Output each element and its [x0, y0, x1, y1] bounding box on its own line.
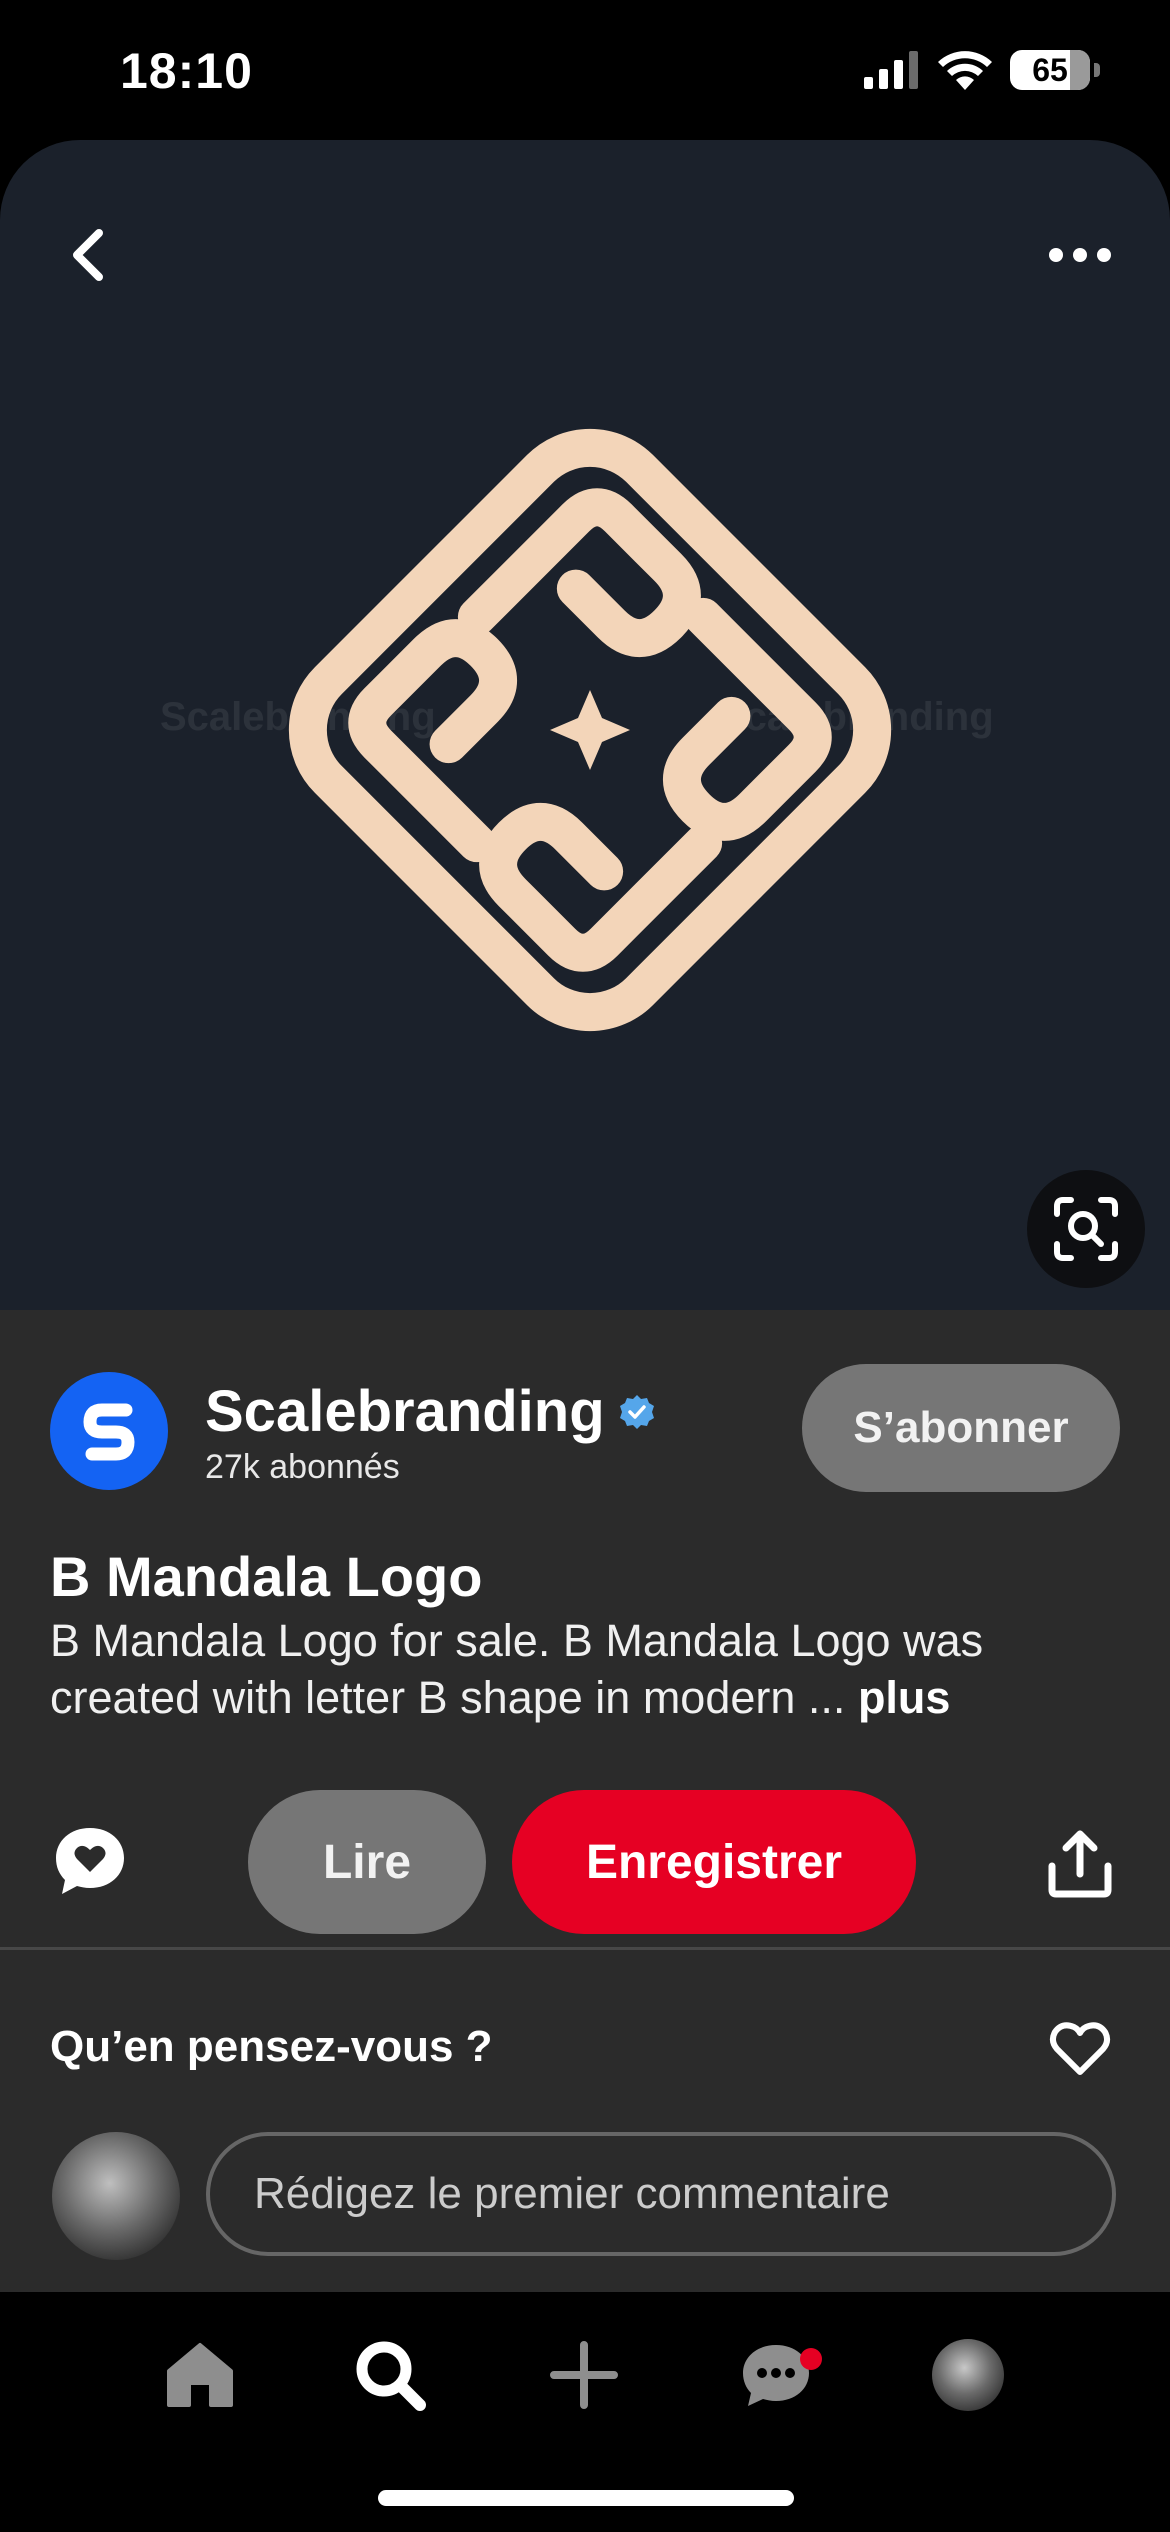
b-mandala-logo-image: [288, 428, 892, 1032]
back-button[interactable]: [52, 200, 122, 310]
read-button[interactable]: Lire: [248, 1790, 486, 1934]
pin-image[interactable]: Scalebranding Scalebranding: [0, 140, 1170, 1310]
comment-input[interactable]: Rédigez le premier commentaire: [206, 2132, 1116, 2256]
creator-name[interactable]: Scalebranding: [205, 1378, 605, 1445]
creator-followers: 27k abonnés: [205, 1448, 400, 1486]
tab-messages[interactable]: [716, 2320, 836, 2430]
status-bar: 18:10 65: [0, 0, 1170, 140]
pin-description: B Mandala Logo for sale. B Mandala Logo …: [50, 1612, 1130, 1726]
pin-details-panel: Scalebranding 27k abonnés S’abonner B Ma…: [0, 1310, 1170, 2292]
status-time: 18:10: [120, 43, 253, 99]
section-divider: [0, 1947, 1170, 1950]
tab-profile[interactable]: [908, 2320, 1028, 2430]
messages-notification-dot: [800, 2348, 822, 2370]
battery-nub: [1094, 63, 1100, 77]
tab-search[interactable]: [330, 2320, 450, 2430]
heart-outline-icon: [1049, 2022, 1111, 2075]
current-user-avatar[interactable]: [52, 2132, 180, 2260]
save-button[interactable]: Enregistrer: [512, 1790, 916, 1934]
pin-description-text: B Mandala Logo for sale. B Mandala Logo …: [50, 1615, 984, 1723]
comments-prompt: Qu’en pensez-vous ?: [50, 2022, 493, 2071]
comment-input-placeholder: Rédigez le premier commentaire: [254, 2169, 890, 2218]
status-icons: 65: [864, 50, 1100, 90]
visual-search-button[interactable]: [1027, 1170, 1145, 1288]
cellular-signal-icon: [864, 51, 918, 89]
creator-name-row[interactable]: Scalebranding: [205, 1378, 655, 1445]
bottom-tab-bar: [0, 2292, 1170, 2532]
tab-add[interactable]: [524, 2320, 644, 2430]
pin-action-bar: Lire Enregistrer: [0, 1780, 1170, 1934]
add-icon: [550, 2341, 618, 2409]
home-indicator[interactable]: [378, 2490, 794, 2506]
chevron-left-icon: [73, 229, 103, 281]
like-button[interactable]: [1048, 2020, 1112, 2078]
comment-heart-icon: [56, 1828, 124, 1894]
scalebranding-logo-icon: [83, 1403, 135, 1461]
more-options-button[interactable]: [1030, 200, 1130, 310]
wifi-icon: [938, 51, 992, 90]
tab-home[interactable]: [140, 2320, 260, 2430]
subscribe-button[interactable]: S’abonner: [802, 1364, 1120, 1492]
home-icon: [167, 2343, 233, 2407]
ellipsis-icon: [1049, 248, 1111, 262]
profile-icon: [932, 2339, 1004, 2411]
verified-badge-icon: [619, 1394, 654, 1429]
comment-reaction-button[interactable]: [50, 1820, 130, 1900]
search-icon: [356, 2341, 426, 2411]
share-upload-icon: [1048, 1830, 1112, 1898]
creator-avatar[interactable]: [50, 1372, 168, 1490]
description-more-link[interactable]: plus: [858, 1672, 951, 1723]
battery-icon: 65: [1010, 50, 1090, 90]
visual-search-icon: [1054, 1197, 1118, 1261]
share-button[interactable]: [1046, 1830, 1114, 1898]
battery-level: 65: [1032, 51, 1068, 88]
pin-title: B Mandala Logo: [50, 1545, 483, 1608]
